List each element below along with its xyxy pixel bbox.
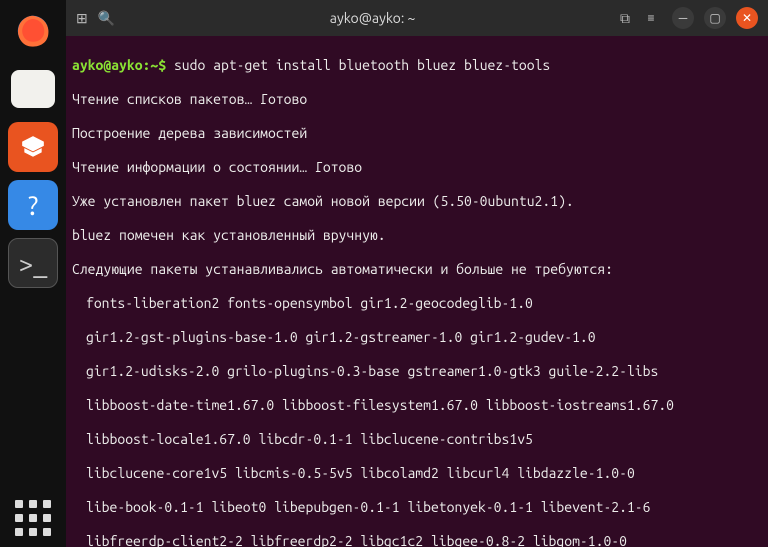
prompt: ayko@ayko:~$: [72, 57, 166, 73]
package-list-line: gir1.2-udisks-2.0 grilo-plugins-0.3-base…: [72, 363, 762, 380]
show-applications-icon[interactable]: [12, 497, 54, 539]
output-line: Чтение списков пакетов… Готово: [72, 91, 762, 108]
package-list-line: libfreerdp-client2-2 libfreerdp2-2 libgc…: [72, 533, 762, 547]
package-list-line: gir1.2-gst-plugins-base-1.0 gir1.2-gstre…: [72, 329, 762, 346]
launcher: ? >_: [0, 0, 66, 547]
command-text: sudo apt-get install bluetooth bluez blu…: [174, 57, 550, 73]
screenshot-icon[interactable]: ⧉: [620, 10, 630, 27]
minimize-button[interactable]: ─: [672, 7, 694, 29]
ubuntu-software-icon[interactable]: [8, 122, 58, 172]
terminal-output[interactable]: ayko@ayko:~$ sudo apt-get install blueto…: [66, 36, 768, 547]
firefox-icon[interactable]: [8, 6, 58, 56]
output-line: Уже установлен пакет bluez самой новой в…: [72, 193, 762, 210]
output-line: bluez помечен как установленный вручную.: [72, 227, 762, 244]
output-line: Чтение информации о состоянии… Готово: [72, 159, 762, 176]
window-titlebar: ⊞ 🔍 ayko@ayko: ~ ⧉ ≡ ─ ▢ ✕: [66, 0, 768, 36]
menu-icon[interactable]: ≡: [640, 7, 662, 29]
package-list-line: libclucene-core1v5 libcmis-0.5-5v5 libco…: [72, 465, 762, 482]
help-icon[interactable]: ?: [8, 180, 58, 230]
window-title: ayko@ayko: ~: [125, 10, 620, 26]
terminal-icon[interactable]: >_: [8, 238, 58, 288]
output-line: Построение дерева зависимостей: [72, 125, 762, 142]
package-list-line: libboost-date-time1.67.0 libboost-filesy…: [72, 397, 762, 414]
package-list-line: libe-book-0.1-1 libeot0 libepubgen-0.1-1…: [72, 499, 762, 516]
package-list-line: libboost-locale1.67.0 libcdr-0.1-1 libcl…: [72, 431, 762, 448]
close-button[interactable]: ✕: [736, 7, 758, 29]
package-list-line: fonts-liberation2 fonts-opensymbol gir1.…: [72, 295, 762, 312]
search-icon[interactable]: 🔍: [98, 10, 115, 27]
new-tab-icon[interactable]: ⊞: [76, 10, 88, 27]
output-line: Следующие пакеты устанавливались автомат…: [72, 261, 762, 278]
maximize-button[interactable]: ▢: [704, 7, 726, 29]
files-icon[interactable]: [8, 64, 58, 114]
